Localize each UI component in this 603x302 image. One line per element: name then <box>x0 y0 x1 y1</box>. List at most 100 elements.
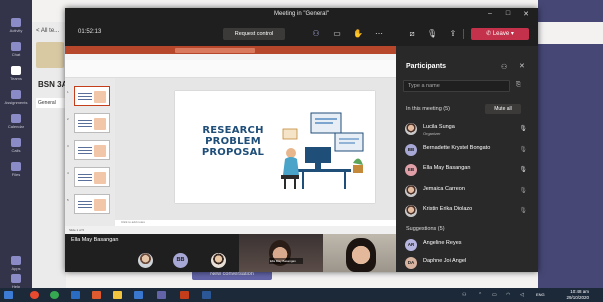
thumb-number: 3 <box>67 144 69 148</box>
powerpoint-titlebar <box>65 46 396 54</box>
shared-screen: 1 2 3 4 5 RESEARCH PROBLEM PROPOSAL Clic… <box>65 46 396 234</box>
participant-role: Organizer <box>423 131 441 136</box>
close-icon[interactable]: ✕ <box>519 10 533 18</box>
request-control-button[interactable]: Request control <box>223 28 285 40</box>
video-strip: Ella May Basangan BB Ella May Basangan <box>65 234 396 272</box>
teams-icon[interactable] <box>157 291 166 299</box>
thumb-text <box>78 120 92 128</box>
participant-search-input[interactable]: Type a name <box>403 80 510 92</box>
rail-help[interactable]: Help <box>0 274 32 289</box>
slide-title-line: PROBLEM <box>205 136 261 147</box>
rail-files[interactable]: Files <box>0 162 32 177</box>
participant-row[interactable]: Lucila Sunga Organizer 🎙 <box>405 123 530 137</box>
meeting-window: Meeting in "General" – □ ✕ 01:52:13 Requ… <box>65 8 538 272</box>
participant-avatar-bb[interactable]: BB <box>173 253 188 268</box>
slide-title: RESEARCH PROBLEM PROPOSAL <box>195 125 271 158</box>
minimize-icon[interactable]: – <box>483 10 497 17</box>
chat-icon <box>11 42 21 51</box>
chrome-icon[interactable] <box>50 291 59 299</box>
thumb-number: 4 <box>67 171 69 175</box>
participant-name: Kristin Erika Diolazo <box>423 206 473 212</box>
maximize-icon[interactable]: □ <box>501 10 515 17</box>
phone-hangup-icon: ✆ <box>486 31 493 37</box>
thumb-graphic <box>94 172 106 184</box>
folder-icon[interactable] <box>113 291 122 299</box>
mic-off-icon[interactable]: 🎙 <box>519 207 527 214</box>
thumb-graphic <box>94 199 106 211</box>
people-icon[interactable]: ⚇ <box>311 29 321 38</box>
wifi-icon[interactable]: ◠ <box>506 292 510 298</box>
word-icon[interactable] <box>202 291 211 299</box>
mic-off-icon[interactable]: 🎙 <box>519 187 527 194</box>
people-icon[interactable]: ⚇ <box>462 292 466 298</box>
clock[interactable]: 10:48 am 29/10/2020 <box>566 289 589 301</box>
battery-icon[interactable]: ▭ <box>492 292 497 298</box>
edge-icon[interactable] <box>71 291 80 299</box>
slide-thumbnail[interactable] <box>74 140 110 160</box>
rail-calls[interactable]: Calls <box>0 138 32 153</box>
channel-general[interactable]: General <box>36 98 66 108</box>
rail-chat[interactable]: Chat <box>0 42 32 57</box>
avatar: AR <box>405 239 417 251</box>
meeting-titlebar: Meeting in "General" – □ ✕ <box>65 8 538 22</box>
slide-thumbnail[interactable] <box>74 86 110 106</box>
leave-button[interactable]: ✆ Leave ▾ <box>471 28 529 40</box>
meeting-timer: 01:52:13 <box>78 29 102 35</box>
start-icon[interactable] <box>4 291 13 299</box>
brave-icon[interactable] <box>92 291 101 299</box>
chevron-up-icon[interactable]: ⌃ <box>478 292 482 298</box>
teams-icon <box>11 66 21 75</box>
store-icon[interactable] <box>134 291 143 299</box>
opera-icon[interactable] <box>30 291 39 299</box>
rail-activity[interactable]: Activity <box>0 18 32 33</box>
participant-name: Ella May Basangan <box>423 165 471 171</box>
hand-icon[interactable]: ✋ <box>353 29 363 38</box>
slide-thumbnail[interactable] <box>74 113 110 133</box>
background-right-header <box>538 22 603 44</box>
language-indicator[interactable]: ENG <box>536 292 545 297</box>
share-icon[interactable]: ⇪ <box>448 29 458 38</box>
participant-row[interactable]: Jemaica Carreon 🎙 <box>405 185 530 199</box>
camera-off-icon[interactable]: ⧄ <box>407 29 417 38</box>
video-tile[interactable] <box>323 234 396 272</box>
presenter-name: Ella May Basangan <box>71 237 119 243</box>
share-invite-icon[interactable]: ⎘ <box>516 82 521 89</box>
participant-row[interactable]: BB Bernadette Krystel Bongato 🎙 <box>405 144 530 158</box>
suggestion-row[interactable]: AR Angeline Reyes <box>405 239 530 253</box>
participant-avatar[interactable] <box>138 253 153 268</box>
slide-count: Slide 1 of 5 <box>69 228 85 232</box>
slide-thumbnail[interactable] <box>74 194 110 214</box>
chat-icon[interactable]: ▭ <box>332 29 342 38</box>
avatar: BB <box>405 144 417 156</box>
slide-thumbnails: 1 2 3 4 5 <box>65 78 115 226</box>
rail-apps[interactable]: Apps <box>0 256 32 271</box>
add-people-icon[interactable]: ⚇ <box>501 63 507 71</box>
mic-icon[interactable]: 🎙 <box>519 166 527 173</box>
participant-row[interactable]: Kristin Erika Diolazo 🎙 <box>405 205 530 219</box>
rail-calendar[interactable]: Calendar <box>0 114 32 129</box>
mute-all-button[interactable]: Mute all <box>485 104 521 114</box>
notes-hint: Click to add notes <box>121 220 145 224</box>
slide-canvas: RESEARCH PROBLEM PROPOSAL <box>115 78 396 220</box>
mic-off-icon[interactable]: 🎙 <box>519 146 527 153</box>
thumb-number: 5 <box>67 198 69 202</box>
rail-assignments[interactable]: Assignments <box>0 90 32 105</box>
video-tile[interactable]: Ella May Basangan <box>239 234 323 272</box>
powerpoint-icon[interactable] <box>180 291 189 299</box>
volume-icon[interactable]: ◁ <box>520 292 524 298</box>
more-icon[interactable]: ⋯ <box>374 29 384 38</box>
rail-teams[interactable]: Teams <box>0 66 32 81</box>
thumb-text <box>78 147 92 155</box>
slide-thumbnail[interactable] <box>74 167 110 187</box>
video-tile-label: Ella May Basangan <box>269 258 303 264</box>
participant-row[interactable]: EB Ella May Basangan 🎙 <box>405 164 530 178</box>
avatar: DA <box>405 257 417 269</box>
mic-icon[interactable]: 🎙 <box>427 29 437 38</box>
participant-avatar[interactable] <box>211 253 226 268</box>
all-teams-link[interactable]: < All te... <box>36 28 59 34</box>
assignments-icon <box>11 90 21 99</box>
suggestion-row[interactable]: DA Daphne Joi Angel <box>405 257 530 271</box>
close-icon[interactable]: ✕ <box>519 62 525 70</box>
apps-icon <box>11 256 21 265</box>
mic-icon[interactable]: 🎙 <box>519 125 527 132</box>
